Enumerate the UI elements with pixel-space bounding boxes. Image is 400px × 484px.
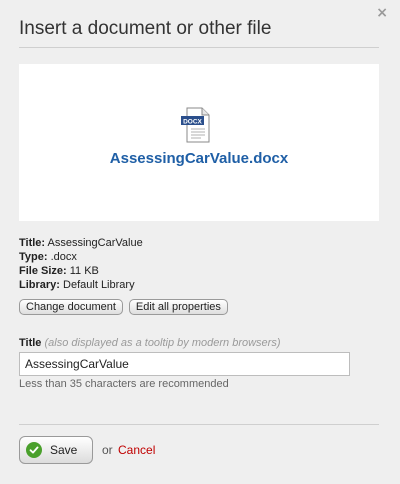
- meta-library-label: Library:: [19, 279, 60, 291]
- cancel-link[interactable]: Cancel: [118, 443, 155, 457]
- or-text: or: [102, 443, 113, 457]
- meta-type-label: Type:: [19, 251, 48, 263]
- docx-badge-text: DOCX: [183, 118, 202, 125]
- title-input[interactable]: [19, 352, 350, 376]
- docx-file-icon: DOCX: [181, 107, 210, 143]
- file-metadata: Title: AssessingCarValue Type: .docx Fil…: [19, 236, 143, 292]
- close-icon[interactable]: ×: [376, 5, 388, 21]
- checkmark-icon: [26, 442, 42, 458]
- footer-divider: [19, 424, 379, 425]
- meta-library-value: Default Library: [63, 279, 135, 291]
- edit-properties-button[interactable]: Edit all properties: [128, 299, 228, 315]
- meta-size-label: File Size:: [19, 265, 67, 277]
- file-preview: DOCX AssessingCarValue.docx: [19, 64, 379, 221]
- title-label-note: (also displayed as a tooltip by modern b…: [44, 337, 281, 349]
- save-button[interactable]: Save: [19, 436, 93, 464]
- title-hint: Less than 35 characters are recommended: [19, 378, 229, 390]
- meta-size-row: File Size: 11 KB: [19, 264, 143, 278]
- meta-title-value: AssessingCarValue: [47, 237, 143, 249]
- meta-title-label: Title:: [19, 237, 46, 249]
- meta-title-row: Title: AssessingCarValue: [19, 236, 143, 250]
- title-label-text: Title: [19, 337, 42, 349]
- file-name-link[interactable]: AssessingCarValue.docx: [19, 150, 379, 167]
- dialog-title: Insert a document or other file: [19, 18, 272, 39]
- change-document-button[interactable]: Change document: [19, 299, 123, 315]
- meta-type-value: .docx: [50, 251, 77, 263]
- meta-size-value: 11 KB: [69, 265, 99, 277]
- meta-type-row: Type: .docx: [19, 250, 143, 264]
- file-actions: Change document Edit all properties: [19, 299, 228, 315]
- title-field-label: Title (also displayed as a tooltip by mo…: [19, 337, 281, 349]
- insert-file-dialog: × Insert a document or other file DOCX A…: [0, 0, 400, 484]
- meta-library-row: Library: Default Library: [19, 278, 143, 292]
- header-divider: [19, 47, 379, 48]
- save-label: Save: [50, 443, 78, 457]
